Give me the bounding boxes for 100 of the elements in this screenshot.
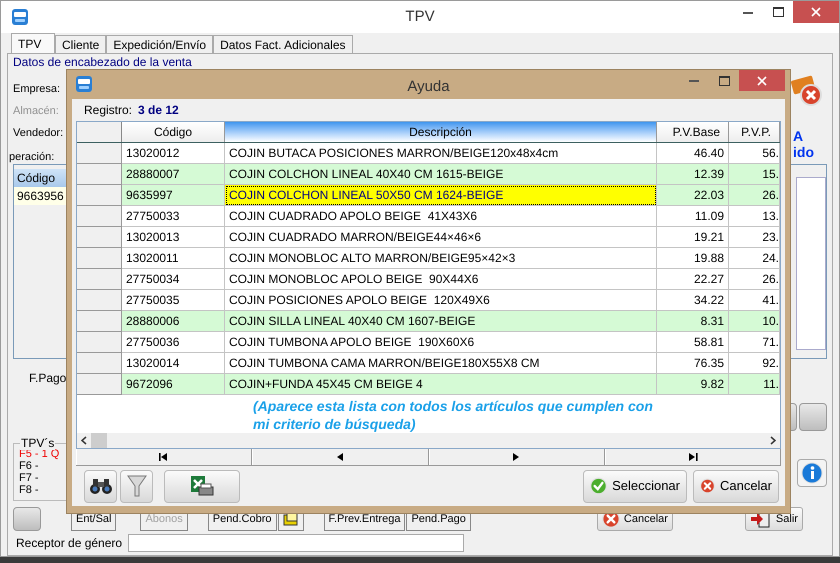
table-cell: 27750034: [122, 269, 225, 290]
table-cell: 13020014: [122, 353, 225, 374]
receiver-input[interactable]: [128, 534, 464, 552]
group-title: TPV´s: [20, 436, 56, 450]
search-button[interactable]: [84, 470, 117, 502]
table-cell: 58.81: [657, 332, 729, 353]
column-header[interactable]: P.V.P.: [729, 122, 780, 142]
table-cell: 9.82: [657, 374, 729, 395]
funnel-icon: [126, 474, 146, 498]
table-cell: 13020012: [122, 143, 225, 164]
table-cell: COJIN BUTACA POSICIONES MARRON/BEIGE120x48x4cm: [225, 143, 657, 164]
scrollbar-thumb[interactable]: [91, 433, 107, 448]
delete-card-icon: [790, 74, 824, 106]
horizontal-scrollbar[interactable]: [77, 433, 780, 448]
table-cell: 56.: [729, 143, 780, 164]
field-label: peración:: [9, 150, 54, 165]
info-button[interactable]: [797, 459, 827, 487]
table-cell: 11.09: [657, 206, 729, 227]
column-header: Código: [14, 169, 66, 187]
table-cell: COJIN TUMBONA CAMA MARRON/BEIGE180X55X8 CM: [225, 353, 657, 374]
scroll-right-icon: [770, 436, 776, 445]
table-cell: 27750036: [122, 332, 225, 353]
table-cell: 34.22: [657, 290, 729, 311]
table-cell: 28880006: [122, 311, 225, 332]
close-button[interactable]: [739, 70, 785, 91]
table-cell: 19.21: [657, 227, 729, 248]
field-label: Empresa:: [13, 82, 60, 97]
row-header[interactable]: [77, 164, 122, 185]
scroll-left-icon: [81, 436, 87, 445]
receiver-label: Receptor de género: [16, 535, 122, 552]
cancel-button[interactable]: Cancelar: [693, 470, 779, 502]
table-cell: 41.: [729, 290, 780, 311]
table-cell: COJIN CUADRADO APOLO BEIGE 41X43X6: [225, 206, 657, 227]
field-label: Almacén:: [13, 104, 59, 119]
column-header[interactable]: Código: [122, 122, 225, 142]
close-button[interactable]: [793, 1, 839, 23]
record-counter: 3 de 12: [138, 102, 179, 119]
tab[interactable]: Cliente: [55, 35, 106, 53]
export-button[interactable]: [164, 470, 240, 502]
row-header[interactable]: [77, 332, 122, 353]
row-header[interactable]: [77, 269, 122, 290]
row-header[interactable]: [77, 353, 122, 374]
row-header[interactable]: [77, 143, 122, 164]
table-cell: 92.: [729, 353, 780, 374]
dialog-title: Ayuda: [407, 78, 450, 95]
table-cell: COJIN+FUNDA 45X45 CM BEIGE 4: [225, 374, 657, 395]
row-header[interactable]: [77, 374, 122, 395]
row-header: [77, 122, 122, 142]
table-cell: 13020011: [122, 248, 225, 269]
table-cell: COJIN CUADRADO MARRON/BEIGE44×46×6: [225, 227, 657, 248]
maximize-icon: [718, 76, 730, 86]
navigation-button[interactable]: [76, 449, 252, 465]
table-cell: 13020013: [122, 227, 225, 248]
table-cell: 22.03: [657, 185, 729, 206]
table-cell: 15.: [729, 164, 780, 185]
table-cell: 9663956: [14, 187, 66, 205]
folder-icon: [282, 512, 298, 526]
tab[interactable]: Expedición/Envío: [106, 35, 214, 53]
tab[interactable]: Datos Fact. Adicionales: [213, 35, 352, 53]
status-text: A: [793, 128, 804, 144]
row-header[interactable]: [77, 311, 122, 332]
tab[interactable]: TPV: [11, 33, 55, 53]
table-cell: 76.35: [657, 353, 729, 374]
minimize-icon: [689, 79, 699, 82]
navigation-button[interactable]: [604, 449, 781, 465]
table-cell: 24.: [729, 248, 780, 269]
table-cell: COJIN TUMBONA APOLO BEIGE 190X60X6: [225, 332, 657, 353]
table-cell: COJIN POSICIONES APOLO BEIGE 120X49X6: [225, 290, 657, 311]
field-label: Vendedor:: [13, 126, 64, 141]
binoculars-icon: [88, 476, 112, 496]
table-cell: 26.: [729, 269, 780, 290]
row-header[interactable]: [77, 206, 122, 227]
app-logo-icon: [75, 75, 93, 93]
table-cell: 10.: [729, 311, 780, 332]
last-record-icon: [687, 452, 698, 462]
filter-button[interactable]: [120, 470, 153, 502]
close-icon: [811, 7, 821, 17]
payment-label: F.Pago: [29, 371, 66, 385]
table-cell: 71.: [729, 332, 780, 353]
column-header[interactable]: P.V.Base: [657, 122, 729, 142]
row-header[interactable]: [77, 290, 122, 311]
table-cell: COJIN COLCHON LINEAL 40X40 CM 1615-BEIGE: [225, 164, 657, 185]
table-cell: 12.39: [657, 164, 729, 185]
table-cell: COJIN MONOBLOC APOLO BEIGE 90X44X6: [225, 269, 657, 290]
table-cell: 19.88: [657, 248, 729, 269]
hint-note: (Aparece esta lista con todos los artículos que cumplen con mi criterio de búsqueda): [253, 397, 653, 433]
info-icon: [801, 462, 823, 484]
blank-button[interactable]: [799, 403, 827, 431]
column-header[interactable]: Descripción: [225, 122, 657, 142]
select-button[interactable]: Seleccionar: [583, 470, 687, 502]
row-header[interactable]: [77, 248, 122, 269]
row-header[interactable]: [77, 227, 122, 248]
row-header[interactable]: [77, 185, 122, 206]
record-label: Registro:: [84, 102, 132, 119]
table-cell: 13.: [729, 206, 780, 227]
previous-icon: [334, 452, 346, 462]
maximize-icon: [772, 7, 784, 17]
blank-button[interactable]: [13, 507, 41, 531]
window-title: TPV: [405, 8, 435, 25]
table-cell: 46.40: [657, 143, 729, 164]
